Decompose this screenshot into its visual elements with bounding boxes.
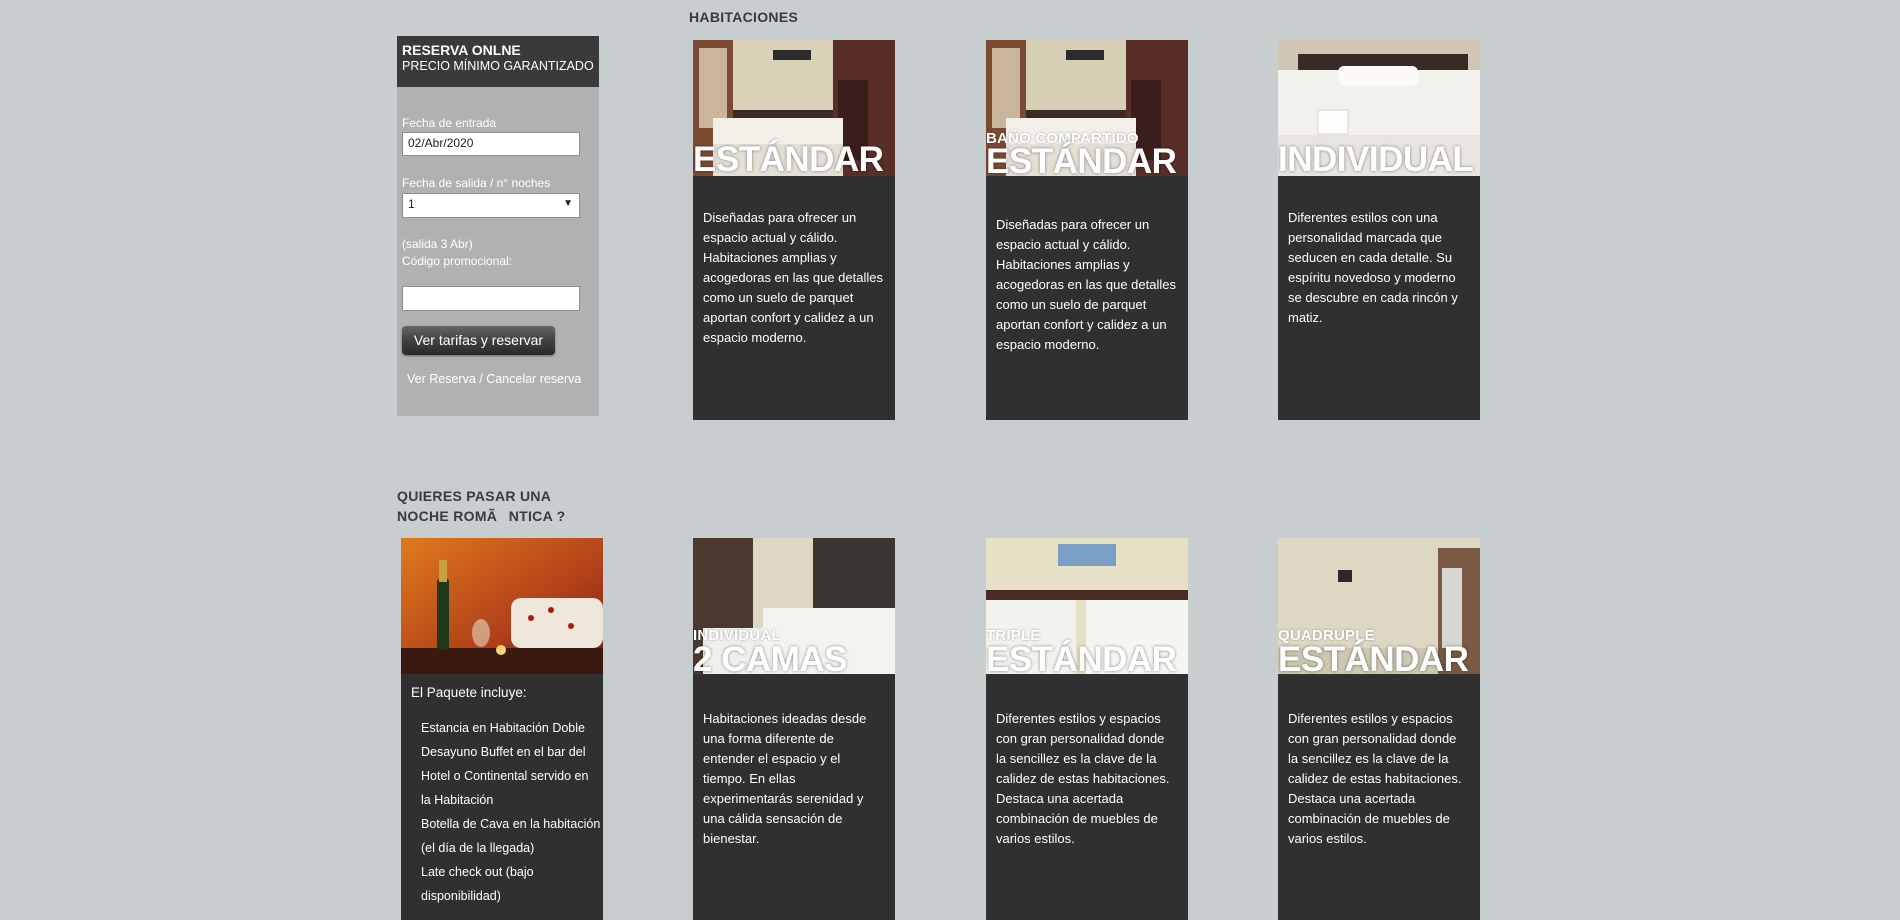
romantic-package-card[interactable]: El Paquete incluye: Estancia en Habitaci… — [401, 538, 603, 920]
room-name: INDIVIDUAL — [1278, 140, 1474, 179]
nights-value: 1 — [408, 197, 415, 211]
room-card-quadruple-estandar[interactable]: QUADRUPLE ESTÁNDAR Diferentes estilos y … — [1278, 538, 1480, 920]
room-card-individual-2-camas[interactable]: INDIVIDUAL 2 CAMAS Habitaciones ideadas … — [693, 538, 895, 920]
manage-reservation-link[interactable]: Ver Reserva / Cancelar reserva — [407, 372, 581, 386]
room-name: ESTÁNDAR — [693, 140, 884, 179]
checkout-note: (salida 3 Abr) — [402, 237, 473, 251]
room-card-triple-estandar[interactable]: TRIPLE ESTÁNDAR Diferentes estilos y esp… — [986, 538, 1188, 920]
dropdown-arrow-icon: ▼ — [563, 198, 573, 209]
room-description: Diferentes estilos y espacios con gran p… — [996, 711, 1170, 846]
booking-subtitle: PRECIO MÍNIMO GARANTIZADO — [402, 59, 594, 73]
checkin-label: Fecha de entrada — [402, 116, 497, 130]
package-item: Late check out (bajo disponibilidad) — [421, 865, 534, 903]
romantic-section-title: QUIERES PASAR UNA NOCHE ROMÃNTICA ? — [397, 486, 566, 526]
room-description: Diferentes estilos con una personalidad … — [1288, 210, 1458, 325]
room-description: Diseñadas para ofrecer un espacio actual… — [703, 210, 883, 345]
package-item: Botella de Cava en la habitación (el día… — [421, 817, 601, 855]
room-description: Habitaciones ideadas desde una forma dif… — [703, 711, 867, 846]
checkout-label: Fecha de salida / n° noches — [402, 176, 551, 190]
nights-select[interactable]: 1 ▼ — [402, 193, 580, 218]
room-name: ESTÁNDAR — [1278, 640, 1469, 679]
package-items: Estancia en Habitación Doble Desayuno Bu… — [421, 716, 601, 908]
checkin-date-input[interactable]: 02/Abr/2020 — [402, 132, 580, 156]
room-name: 2 CAMAS — [693, 640, 848, 679]
booking-header: RESERVA ONLNE PRECIO MÍNIMO GARANTIZADO — [397, 36, 599, 87]
room-description: Diseñadas para ofrecer un espacio actual… — [996, 217, 1176, 352]
package-title: El Paquete incluye: — [411, 685, 527, 700]
package-item: Desayuno Buffet en el bar del Hotel o Co… — [421, 745, 589, 807]
room-card-estandar-bano-compartido[interactable]: BAÑO COMPARTIDO ESTÁNDAR Diseñadas para … — [986, 40, 1188, 420]
room-card-estandar[interactable]: ESTÁNDAR Diseñadas para ofrecer un espac… — [693, 40, 895, 420]
room-description: Diferentes estilos y espacios con gran p… — [1288, 711, 1462, 846]
room-name: ESTÁNDAR — [986, 640, 1177, 679]
room-name: ESTÁNDAR — [986, 142, 1177, 181]
romantic-photo — [401, 538, 603, 674]
booking-widget: RESERVA ONLNE PRECIO MÍNIMO GARANTIZADO … — [397, 36, 599, 416]
promo-label: Código promocional: — [402, 254, 513, 268]
romantic-title-line1: QUIERES PASAR UNA — [397, 488, 552, 504]
booking-title: RESERVA ONLNE — [402, 42, 521, 58]
view-rates-button[interactable]: Ver tarifas y reservar — [402, 326, 555, 355]
room-card-individual[interactable]: INDIVIDUAL Diferentes estilos con una pe… — [1278, 40, 1480, 420]
rooms-section-title: HABITACIONES — [689, 9, 799, 25]
romantic-title-line2: NOCHE ROMÃNTICA ? — [397, 508, 566, 524]
promo-code-input[interactable] — [402, 286, 580, 311]
package-item: Estancia en Habitación Doble — [421, 721, 585, 735]
